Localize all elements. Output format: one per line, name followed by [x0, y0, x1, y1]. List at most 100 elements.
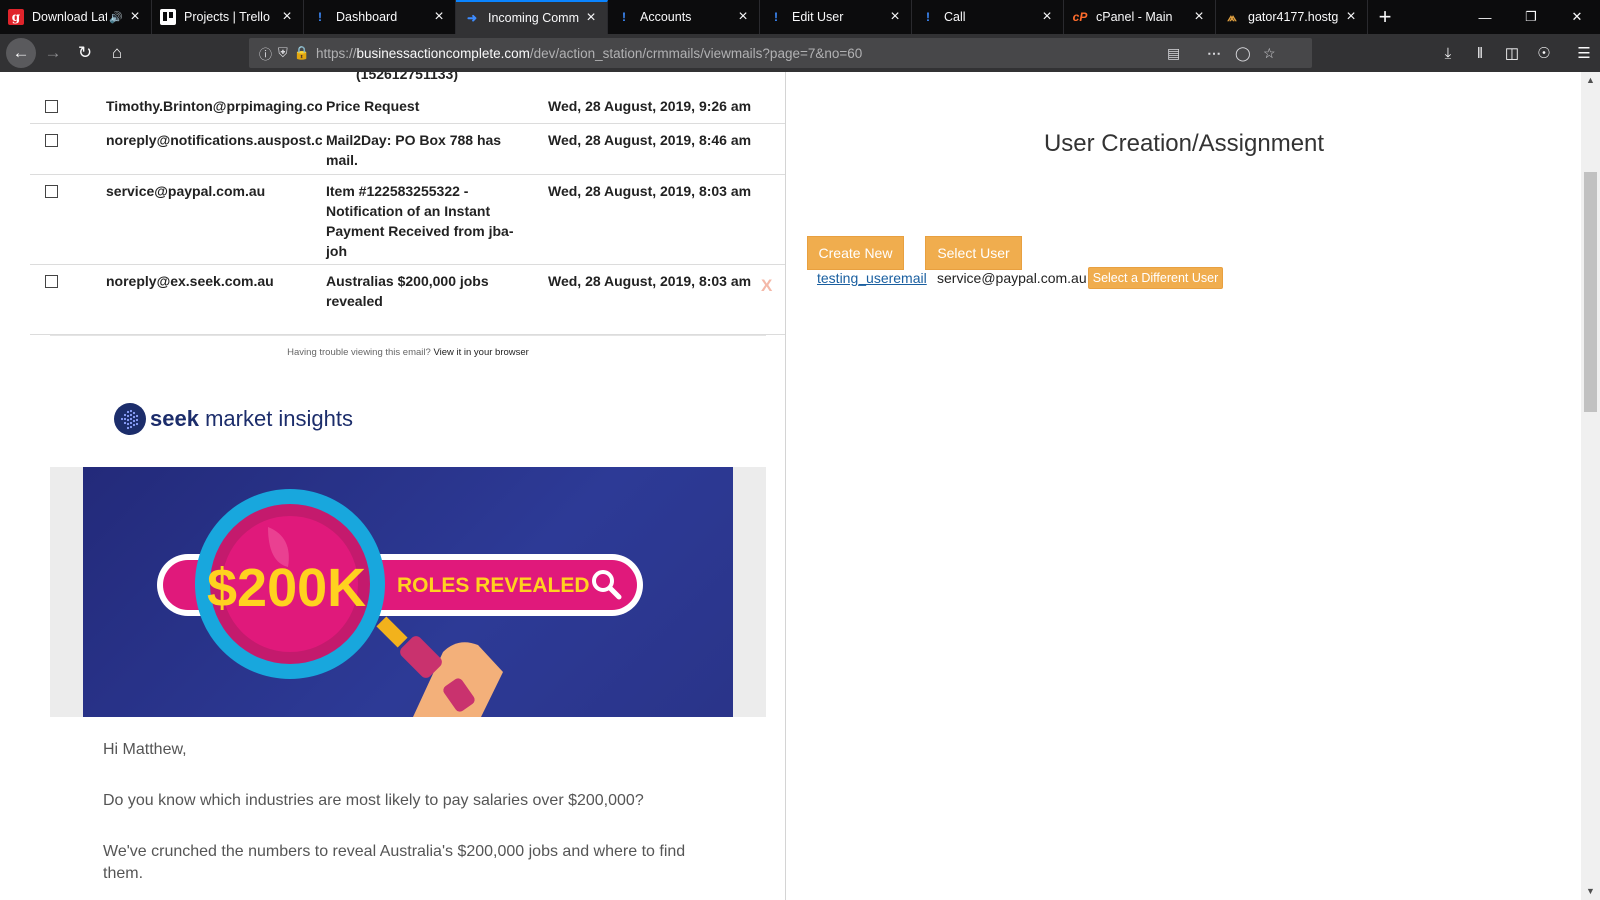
minimize-icon[interactable]: — [1462, 0, 1508, 34]
url-bar[interactable]: ⓘ ⛨ 🔒 https://businessactioncomplete.com… [249, 38, 1312, 68]
navigation-toolbar: ← → ↻ ⌂ ⓘ ⛨ 🔒 https://businessactioncomp… [0, 34, 1600, 72]
browser-tab[interactable]: Projects | Trello × [152, 0, 304, 34]
close-tab-icon[interactable]: × [279, 9, 295, 25]
tab-title: gator4177.hostga [1248, 10, 1339, 24]
gator-icon: ⩕ [1227, 9, 1237, 24]
scroll-down-icon[interactable]: ▼ [1581, 883, 1600, 900]
partial-row-text: (152612751133) [356, 72, 458, 82]
tab-title: Call [944, 10, 966, 24]
view-in-browser-link[interactable]: View it in your browser [433, 347, 528, 358]
email-divider [50, 335, 766, 336]
mail-row[interactable]: service@paypal.com.au Item #122583255322 … [30, 175, 785, 265]
url-scheme: https:// [315, 45, 357, 61]
mail-date: Wed, 28 August, 2019, 8:03 am [548, 183, 752, 199]
menu-icon[interactable]: ☰ [1568, 37, 1600, 69]
mail-row[interactable]: noreply@ex.seek.com.au Australias $200,00… [30, 265, 785, 335]
mail-from: noreply@ex.seek.com.au [106, 273, 274, 289]
seek-logo: seek market insights [114, 403, 353, 435]
lock-icon[interactable]: 🔒 [294, 45, 310, 61]
exclamation-icon: ! [318, 10, 322, 24]
back-icon[interactable]: ← [6, 38, 36, 68]
bookmark-star-icon[interactable]: ☆ [1263, 38, 1276, 68]
mail-date: Wed, 28 August, 2019, 8:03 am [548, 273, 752, 289]
select-user-button[interactable]: Select User [925, 236, 1022, 270]
pocket-icon[interactable]: ◯ [1235, 38, 1251, 68]
home-icon[interactable]: ⌂ [102, 38, 132, 68]
delete-icon[interactable]: X [761, 276, 772, 296]
speaker-icon[interactable]: 🔊 [109, 11, 123, 24]
new-tab-icon[interactable]: + [1368, 0, 1402, 34]
mail-row[interactable]: noreply@notifications.auspost.com.auMail… [30, 124, 785, 175]
restore-icon[interactable]: ❐ [1508, 0, 1554, 34]
browser-tab[interactable]: g Download Late 🔊 × [0, 0, 152, 34]
mail-checkbox[interactable] [45, 185, 58, 198]
browser-tab[interactable]: ⩕ gator4177.hostga × [1216, 0, 1368, 34]
email-paragraph: Do you know which industries are most li… [103, 792, 644, 809]
tab-title: cPanel - Main [1096, 10, 1173, 24]
page-actions-icon[interactable]: ⋯ [1207, 38, 1221, 68]
email-paragraph: We've crunched the numbers to reveal Aus… [103, 843, 686, 882]
account-icon[interactable]: ☉ [1528, 37, 1560, 69]
trouble-viewing-text: Having trouble viewing this email? View … [50, 347, 766, 358]
seek-logo-rest: market insights [198, 406, 354, 431]
forward-icon[interactable]: → [38, 38, 68, 68]
close-tab-icon[interactable]: × [1343, 9, 1359, 25]
info-icon[interactable]: ⓘ [259, 44, 272, 63]
cpanel-icon: cP [1072, 10, 1088, 24]
close-tab-icon[interactable]: × [735, 9, 751, 25]
select-different-user-button[interactable]: Select a Different User [1088, 267, 1223, 289]
scroll-up-icon[interactable]: ▲ [1581, 72, 1600, 89]
seek-logo-mark [114, 403, 146, 435]
browser-tab[interactable]: ! Edit User × [760, 0, 912, 34]
seek-logo-text: seek market insights [150, 406, 353, 432]
mail-subject[interactable]: Item #122583255322 - Notification of an … [326, 181, 526, 261]
scroll-thumb[interactable] [1584, 172, 1597, 412]
tab-title: Accounts [640, 10, 692, 24]
user-email: service@paypal.com.au [937, 270, 1087, 286]
mail-subject[interactable]: Australias $200,000 jobs revealed [326, 271, 526, 311]
mail-subject[interactable]: Mail2Day: PO Box 788 has mail. [326, 130, 526, 170]
toolbar-right: ⤓ ‖ ◫ ☉ ☰ [1432, 34, 1600, 72]
close-tab-icon[interactable]: × [583, 10, 599, 26]
close-tab-icon[interactable]: × [431, 9, 447, 25]
tab-title: Dashboard [336, 10, 398, 24]
browser-tab[interactable]: cP cPanel - Main × [1064, 0, 1216, 34]
promo-banner: $200K ROLES REVEALED [83, 467, 733, 717]
library-icon[interactable]: ‖ [1464, 37, 1496, 69]
trello-icon [160, 9, 176, 25]
reader-view-icon[interactable]: ▤ [1167, 38, 1180, 68]
mail-checkbox[interactable] [45, 275, 58, 288]
shield-icon[interactable]: ⛨ [278, 45, 288, 61]
mail-date: Wed, 28 August, 2019, 9:26 am [548, 98, 752, 114]
tab-title: Projects | Trello [184, 10, 270, 24]
mail-checkbox[interactable] [45, 100, 58, 113]
trouble-text: Having trouble viewing this email? [287, 347, 431, 358]
mail-row[interactable]: Timothy.Brinton@prpimaging.com Price Requ… [30, 90, 785, 124]
tab-title: Edit User [792, 10, 844, 24]
downloads-icon[interactable]: ⤓ [1432, 37, 1464, 69]
mail-from: service@paypal.com.au [106, 183, 266, 199]
g-icon: g [8, 9, 24, 25]
create-new-button[interactable]: Create New [807, 236, 904, 270]
mail-from: noreply@notifications.auspost.com.au [106, 132, 322, 148]
close-tab-icon[interactable]: × [887, 9, 903, 25]
assignment-pane: User Creation/Assignment Create New Sele… [787, 72, 1581, 900]
browser-tab[interactable]: ! Dashboard × [304, 0, 456, 34]
mail-pane: (152612751133) Timothy.Brinton@prpimagin… [0, 72, 786, 900]
page-scrollbar[interactable]: ▲ ▼ [1581, 72, 1600, 900]
browser-tab[interactable]: ➜ Incoming Comm × [456, 0, 608, 34]
mail-checkbox[interactable] [45, 134, 58, 147]
arrow-icon: ➜ [466, 11, 478, 25]
banner-amount: $200K [207, 558, 366, 618]
close-tab-icon[interactable]: × [1191, 9, 1207, 25]
sidebar-icon[interactable]: ◫ [1496, 37, 1528, 69]
browser-tab[interactable]: ! Accounts × [608, 0, 760, 34]
tab-bar: g Download Late 🔊 × Projects | Trello ×! Dashb… [0, 0, 1600, 34]
mail-subject[interactable]: Price Request [326, 96, 526, 116]
close-tab-icon[interactable]: × [1039, 9, 1055, 25]
close-tab-icon[interactable]: × [127, 9, 143, 25]
browser-tab[interactable]: ! Call × [912, 0, 1064, 34]
reload-icon[interactable]: ↻ [70, 38, 100, 68]
close-window-icon[interactable]: ✕ [1554, 0, 1600, 34]
user-link[interactable]: testing_useremail [817, 270, 927, 286]
